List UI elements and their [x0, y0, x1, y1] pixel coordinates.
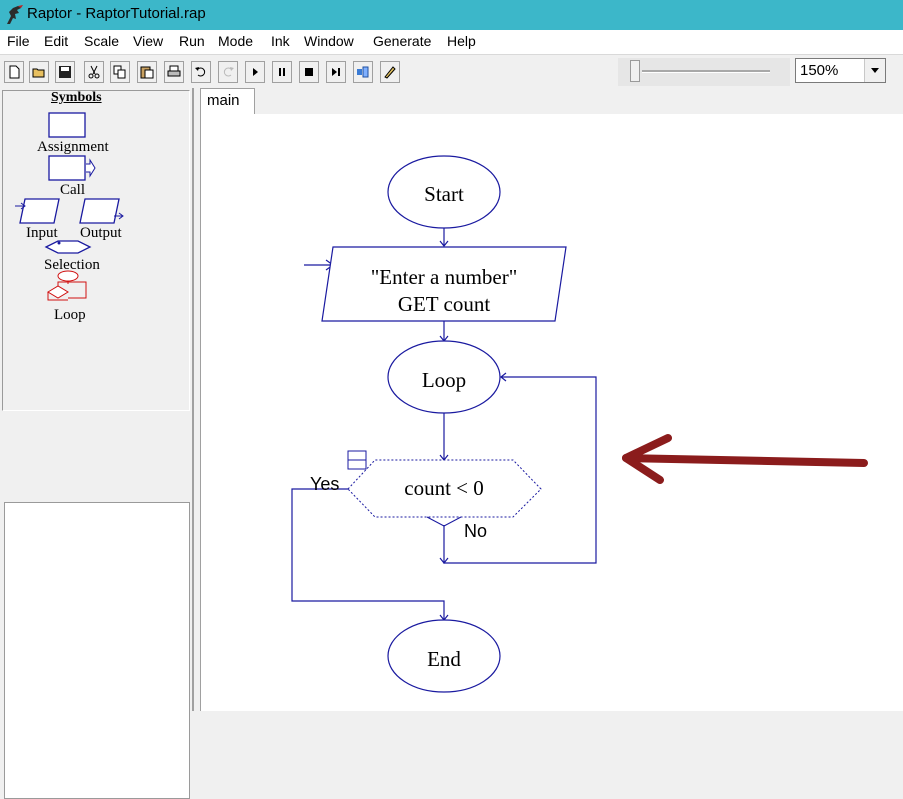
- condition-bottom-notch: [426, 516, 462, 527]
- annotation-arrow: [622, 434, 868, 484]
- condition-label: count < 0: [404, 476, 484, 500]
- flowchart: Start "Enter a number" GET count Loop co…: [291, 155, 868, 693]
- collapse-toggle-icon[interactable]: [347, 450, 367, 470]
- input-get-label: GET count: [398, 292, 491, 316]
- end-label: End: [427, 647, 461, 671]
- no-label: No: [464, 521, 487, 541]
- start-label: Start: [424, 182, 464, 206]
- loop-label: Loop: [422, 368, 466, 392]
- input-prompt-label: "Enter a number": [371, 265, 518, 289]
- input-entry-arrow: [304, 259, 335, 271]
- yes-label: Yes: [310, 474, 339, 494]
